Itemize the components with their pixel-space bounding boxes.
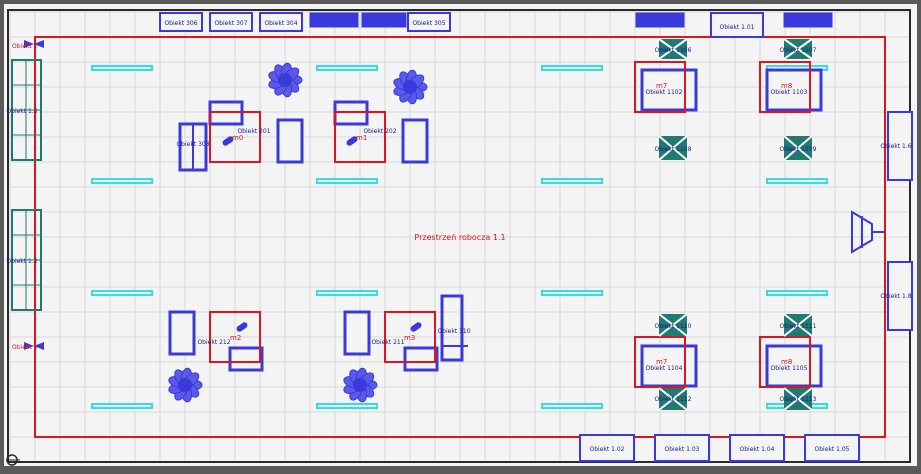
ceiling-light [541, 403, 603, 409]
top-object[interactable] [309, 12, 359, 28]
cabinet-label: Obiekt 1110 [655, 323, 692, 330]
desk-label: Obiekt 212 [197, 339, 230, 346]
ceiling-light [91, 403, 153, 409]
workstation[interactable]: m7 Obiekt 1104 [634, 336, 698, 388]
right-object-label: Obiekt 1.6 [880, 143, 911, 150]
cabinet-label: Obiekt 1113 [780, 396, 817, 403]
cabinet[interactable]: Obiekt 1110 [655, 313, 692, 337]
desk-label: Obiekt 202 [363, 128, 396, 135]
cabinet-label: Obiekt 1112 [655, 396, 692, 403]
ceiling-light [316, 403, 378, 409]
ceiling-light [766, 290, 828, 296]
ceiling-light [541, 178, 603, 184]
cabinet[interactable]: Obiekt 1113 [780, 387, 817, 411]
desk-label: Obiekt 201 [237, 128, 270, 135]
top-object[interactable] [783, 12, 833, 28]
bottom-object-label: Obiekt 1.04 [740, 446, 775, 453]
left-object-label: Obiekt 1.3 [6, 108, 37, 115]
left-object-label: Obiekt 1.2 [6, 258, 37, 265]
workstation-label: Obiekt 1103 [771, 89, 808, 96]
ceiling-light [91, 178, 153, 184]
desk-tag: m3 [404, 334, 415, 342]
right-object-label: Obiekt 1.8 [880, 293, 911, 300]
top-object[interactable]: Obiekt 304 [259, 12, 303, 32]
floor-plan[interactable]: Przestrzeń robocza 1.1 Obiekt 306 Obiekt… [0, 0, 921, 470]
top-object[interactable]: Obiekt 307 [209, 12, 253, 32]
top-object[interactable] [635, 12, 685, 28]
ceiling-light [316, 290, 378, 296]
desk-tag: m2 [230, 334, 241, 342]
workspace-label: Przestrzeń robocza 1.1 [414, 233, 505, 242]
cabinet[interactable]: Obiekt 1106 [655, 38, 692, 60]
top-object-label: Obiekt 305 [412, 20, 445, 27]
bottom-object-label: Obiekt 1.05 [815, 446, 850, 453]
desk-side-label: Obiekt 303 [176, 141, 209, 148]
cabinet[interactable]: Obiekt 1109 [780, 135, 817, 161]
cabinet[interactable]: Obiekt 1107 [780, 38, 817, 60]
bottom-object[interactable]: Obiekt 1.04 [729, 434, 785, 462]
cabinet-label: Obiekt 1106 [655, 47, 692, 54]
top-object[interactable] [361, 12, 407, 28]
workstation-label: Obiekt 1102 [646, 89, 683, 96]
bottom-object[interactable]: Obiekt 1.03 [654, 434, 710, 462]
ceiling-light [541, 65, 603, 71]
cabinet-label: Obiekt 1107 [780, 47, 817, 54]
cabinet[interactable]: Obiekt 1111 [780, 313, 817, 337]
left-marker-label: Obiekt 2 [12, 43, 38, 50]
ceiling-light [316, 65, 378, 71]
bottom-object[interactable]: Obiekt 1.05 [804, 434, 860, 462]
ceiling-light [91, 65, 153, 71]
ceiling-light [316, 178, 378, 184]
desk-side-object[interactable]: Obiekt 303 [176, 122, 210, 172]
top-object-label: Obiekt 306 [164, 20, 197, 27]
bottom-object-label: Obiekt 1.03 [665, 446, 700, 453]
desk-tag: m0 [232, 134, 243, 142]
bottom-object[interactable]: Obiekt 1.02 [579, 434, 635, 462]
top-object-label: Obiekt 307 [214, 20, 247, 27]
bottom-object-label: Obiekt 1.02 [590, 446, 625, 453]
desk-side-label: Obiekt 310 [437, 328, 470, 335]
workstation[interactable]: m8 Obiekt 1105 [759, 336, 823, 388]
cabinet-label: Obiekt 1108 [655, 146, 692, 153]
left-marker-label: Obiekt 3 [12, 344, 38, 351]
cabinet-label: Obiekt 1109 [780, 146, 817, 153]
ceiling-light [91, 290, 153, 296]
cabinet-label: Obiekt 1111 [780, 323, 817, 330]
cabinet[interactable]: Obiekt 1112 [655, 387, 692, 411]
top-object[interactable]: Obiekt 305 [407, 12, 451, 32]
desk-tag: m1 [356, 134, 367, 142]
floor-plan-canvas[interactable]: Przestrzeń robocza 1.1 Obiekt 306 Obiekt… [0, 0, 921, 470]
cabinet[interactable]: Obiekt 1108 [655, 135, 692, 161]
top-object[interactable]: Obiekt 1.01 [710, 12, 764, 38]
workstation[interactable]: m7 Obiekt 1102 [634, 61, 698, 113]
workstation-label: Obiekt 1104 [646, 365, 683, 372]
top-object-label: Obiekt 1.01 [720, 24, 755, 31]
top-object[interactable]: Obiekt 306 [159, 12, 203, 32]
ceiling-light [541, 290, 603, 296]
desk-label: Obiekt 211 [371, 339, 404, 346]
workstation-label: Obiekt 1105 [771, 365, 808, 372]
workstation[interactable]: m8 Obiekt 1103 [759, 61, 823, 113]
ceiling-light [766, 178, 828, 184]
top-object-label: Obiekt 304 [264, 20, 297, 27]
